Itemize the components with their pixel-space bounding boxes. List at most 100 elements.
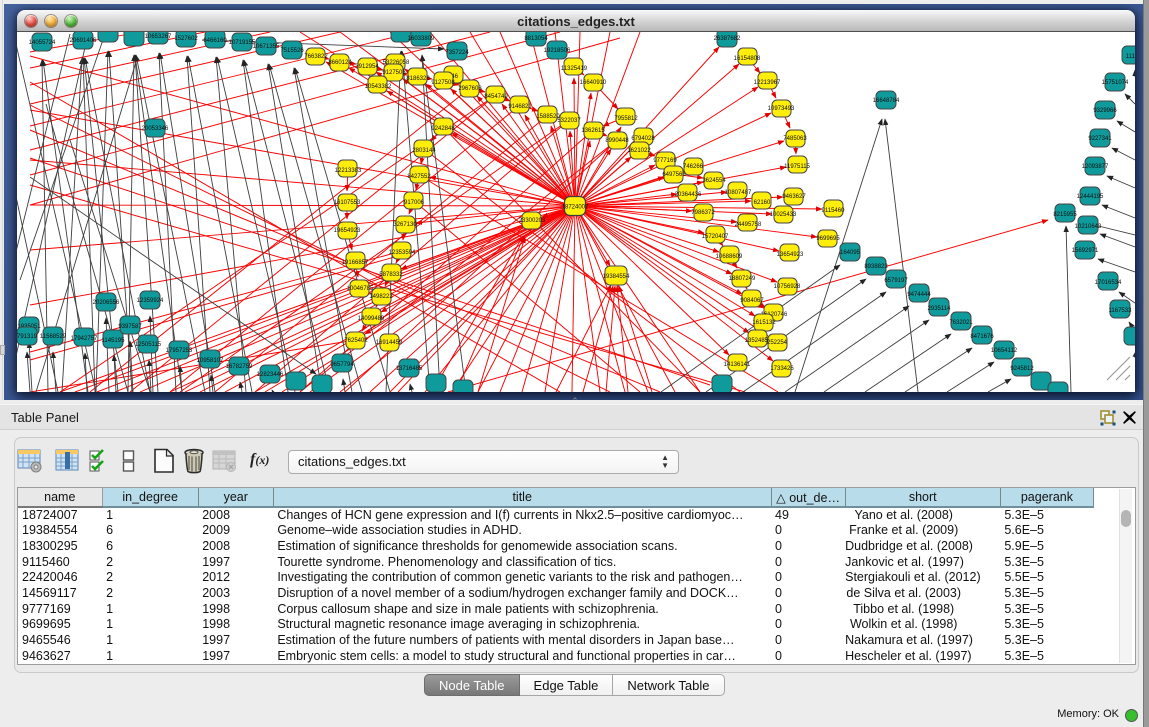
svg-text:19654923: 19654923 <box>334 228 361 234</box>
svg-text:17942757: 17942757 <box>71 336 98 342</box>
svg-text:5322037: 5322037 <box>557 118 581 124</box>
svg-text:2803144: 2803144 <box>412 148 436 154</box>
svg-text:16640910: 16640910 <box>580 80 607 86</box>
svg-text:9777169: 9777169 <box>653 158 677 164</box>
svg-text:3912954: 3912954 <box>355 64 379 70</box>
svg-text:3624554: 3624554 <box>702 178 726 184</box>
svg-text:12823446: 12823446 <box>257 372 284 378</box>
svg-text:15692971: 15692971 <box>1072 248 1099 254</box>
svg-text:13654923: 13654923 <box>777 252 804 258</box>
svg-text:13716485: 13716485 <box>396 366 423 372</box>
svg-text:10210643: 10210643 <box>1075 224 1102 230</box>
svg-text:1112: 1112 <box>1126 54 1135 60</box>
svg-text:7632021: 7632021 <box>949 320 973 326</box>
svg-text:12359924: 12359924 <box>137 298 164 304</box>
svg-text:14099489: 14099489 <box>358 316 385 322</box>
svg-text:8427552: 8427552 <box>407 174 431 180</box>
svg-text:18724007: 18724007 <box>562 205 589 211</box>
svg-text:20364436: 20364436 <box>675 192 702 198</box>
svg-text:12444195: 12444195 <box>1077 194 1104 200</box>
svg-text:8660124: 8660124 <box>328 60 352 66</box>
svg-text:2935114: 2935114 <box>928 306 952 312</box>
svg-text:15720407: 15720407 <box>702 234 729 240</box>
svg-text:1621022: 1621022 <box>627 148 651 154</box>
svg-text:19166857: 19166857 <box>342 260 369 266</box>
svg-text:7625402: 7625402 <box>344 338 368 344</box>
svg-text:9084067: 9084067 <box>740 298 764 304</box>
svg-text:8813054: 8813054 <box>524 36 548 42</box>
svg-text:8186328: 8186328 <box>406 76 430 82</box>
svg-text:9657794: 9657794 <box>330 362 354 368</box>
svg-text:1733426: 1733426 <box>770 366 794 372</box>
svg-text:3267130: 3267130 <box>393 222 417 228</box>
svg-text:15751074: 15751074 <box>1102 80 1129 86</box>
svg-text:7986372: 7986372 <box>691 210 715 216</box>
svg-text:24495758: 24495758 <box>735 222 762 228</box>
svg-text:746266: 746266 <box>683 164 704 170</box>
svg-text:9146821: 9146821 <box>508 104 532 110</box>
svg-text:20206556: 20206556 <box>93 300 120 306</box>
svg-text:8454749: 8454749 <box>484 94 508 100</box>
svg-text:6497568: 6497568 <box>662 172 686 178</box>
svg-text:11325419: 11325419 <box>561 66 588 72</box>
svg-text:26387682: 26387682 <box>714 36 741 42</box>
svg-text:9699695: 9699695 <box>816 236 840 242</box>
svg-text:6794028: 6794028 <box>631 136 655 142</box>
svg-text:16782759: 16782759 <box>226 364 253 370</box>
svg-text:9127508: 9127508 <box>431 80 455 86</box>
svg-text:1362615: 1362615 <box>581 128 605 134</box>
svg-text:7515526: 7515526 <box>280 48 304 54</box>
svg-text:20691406: 20691406 <box>70 38 97 44</box>
svg-text:10688609: 10688609 <box>716 254 743 260</box>
svg-text:791319: 791319 <box>17 334 38 340</box>
svg-text:6466160: 6466160 <box>203 38 227 44</box>
svg-text:10807487: 10807487 <box>725 190 752 196</box>
svg-text:10671355: 10671355 <box>253 44 280 50</box>
svg-text:10654112: 10654112 <box>991 348 1018 354</box>
svg-text:16154808: 16154808 <box>734 56 761 62</box>
svg-text:1498222: 1498222 <box>369 294 393 300</box>
svg-text:16648784: 16648784 <box>873 98 900 104</box>
svg-text:11568529: 11568529 <box>40 334 67 340</box>
svg-text:14136141: 14136141 <box>724 362 751 368</box>
svg-text:10046785: 10046785 <box>347 286 374 292</box>
svg-text:16914459: 16914459 <box>376 340 403 346</box>
svg-text:8938823: 8938823 <box>864 264 888 270</box>
svg-text:8471676: 8471676 <box>970 334 994 340</box>
svg-text:9127503: 9127503 <box>382 70 406 76</box>
svg-text:9463627: 9463627 <box>782 194 806 200</box>
svg-text:6579197: 6579197 <box>884 278 908 284</box>
svg-text:9397587: 9397587 <box>118 324 142 330</box>
svg-text:5878332: 5878332 <box>379 272 403 278</box>
svg-text:12093877: 12093877 <box>1082 164 1109 170</box>
svg-text:7663822: 7663822 <box>304 54 328 60</box>
svg-text:8215955: 8215955 <box>1053 212 1077 218</box>
svg-text:8990448: 8990448 <box>605 138 629 144</box>
svg-text:10543382: 10543382 <box>365 84 392 90</box>
svg-text:2967608: 2967608 <box>458 86 482 92</box>
svg-text:16107553: 16107553 <box>334 200 361 206</box>
svg-text:23300203: 23300203 <box>519 218 546 224</box>
svg-text:164095: 164095 <box>840 250 861 256</box>
svg-text:7485063: 7485063 <box>783 136 807 142</box>
svg-text:10653267: 10653267 <box>145 34 172 40</box>
svg-text:11975115: 11975115 <box>784 164 810 170</box>
svg-text:19384554: 19384554 <box>603 274 630 280</box>
svg-text:252254: 252254 <box>767 340 788 346</box>
svg-text:10958107: 10958107 <box>197 358 224 364</box>
svg-text:10025433: 10025433 <box>770 212 797 218</box>
svg-text:12213967: 12213967 <box>754 80 781 86</box>
svg-text:20053346: 20053346 <box>142 126 169 132</box>
svg-text:9227341: 9227341 <box>1088 136 1112 142</box>
svg-text:12505115: 12505115 <box>135 342 162 348</box>
svg-text:17016534: 17016534 <box>1095 280 1122 286</box>
svg-text:18807249: 18807249 <box>729 276 756 282</box>
svg-text:10973493: 10973493 <box>768 106 795 112</box>
svg-text:19218506: 19218506 <box>544 48 571 54</box>
svg-text:1167533: 1167533 <box>1109 308 1133 314</box>
svg-text:9242848: 9242848 <box>431 126 455 132</box>
svg-text:14055724: 14055724 <box>29 40 56 46</box>
svg-text:1615132: 1615132 <box>752 320 776 326</box>
svg-text:7955812: 7955812 <box>614 116 638 122</box>
svg-text:1145195: 1145195 <box>102 338 126 344</box>
